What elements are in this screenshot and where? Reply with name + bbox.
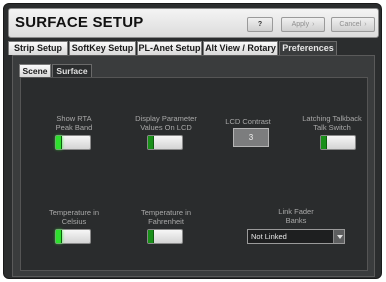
display-param-label-line2: Values On LCD (140, 123, 192, 132)
cancel-button[interactable]: Cancel › (331, 17, 375, 32)
display-param-led-icon (148, 136, 154, 149)
latching-talkback-led-icon (321, 136, 327, 149)
window-title: SURFACE SETUP (15, 14, 144, 31)
link-fader-banks-label-line2: Banks (285, 216, 307, 225)
temp-celsius-label-line2: Celsius (61, 217, 87, 226)
temp-celsius-label-line1: Temperature in (48, 208, 100, 217)
link-fader-banks-label: Link Fader Banks (261, 207, 331, 225)
lcd-contrast-value[interactable]: 3 (233, 128, 269, 147)
preferences-panel: Scene Surface Show RTA Peak Band Display… (12, 55, 375, 277)
temp-fahrenheit-label: Temperature in Fahrenheit (129, 208, 203, 226)
temp-celsius-led-icon (56, 230, 62, 243)
surface-setup-window: SURFACE SETUP ? Apply › Cancel › Strip Set… (3, 3, 382, 279)
link-fader-banks-value: Not Linked (251, 232, 287, 241)
show-rta-led-icon (56, 136, 62, 149)
temp-fahrenheit-label-line1: Temperature in (140, 208, 192, 217)
latching-talkback-label-line1: Latching Talkback (302, 114, 362, 123)
tab-preferences[interactable]: Preferences (279, 41, 337, 55)
show-rta-peak-band-toggle[interactable] (55, 135, 91, 150)
temp-celsius-label: Temperature in Celsius (39, 208, 109, 226)
tab-alt-view-rotary[interactable]: Alt View / Rotary (203, 41, 278, 55)
subtab-surface[interactable]: Surface (52, 64, 92, 77)
temp-fahrenheit-label-line2: Fahrenheit (148, 217, 184, 226)
temp-celsius-toggle[interactable] (55, 229, 91, 244)
chevron-down-icon[interactable] (333, 230, 344, 243)
display-param-label-line1: Display Parameter (135, 114, 197, 123)
title-bar: SURFACE SETUP ? Apply › Cancel › (8, 8, 379, 38)
latching-talkback-label-line2: Talk Switch (313, 123, 351, 132)
show-rta-label-line2: Peak Band (55, 123, 93, 132)
surface-settings-content: Show RTA Peak Band Display Parameter Val… (20, 77, 368, 271)
apply-arrow-icon: › (312, 21, 315, 28)
cancel-arrow-icon: › (364, 21, 367, 28)
temp-fahrenheit-toggle[interactable] (147, 229, 183, 244)
tab-strip-setup[interactable]: Strip Setup (8, 41, 68, 55)
show-rta-label: Show RTA Peak Band (39, 114, 109, 132)
tab-pl-anet-setup[interactable]: PL-Anet Setup (137, 41, 202, 55)
temp-fahrenheit-led-icon (148, 230, 154, 243)
help-button[interactable]: ? (247, 17, 273, 32)
latching-talkback-label: Latching Talkback Talk Switch (297, 114, 367, 132)
lcd-contrast-label: LCD Contrast (225, 117, 271, 126)
tab-softkey-setup[interactable]: SoftKey Setup (69, 41, 136, 55)
apply-label: Apply (291, 21, 310, 28)
display-param-label: Display Parameter Values On LCD (124, 114, 208, 132)
link-fader-banks-dropdown[interactable]: Not Linked (247, 229, 345, 244)
cancel-label: Cancel (339, 21, 362, 28)
show-rta-label-line1: Show RTA (56, 114, 92, 123)
display-param-values-toggle[interactable] (147, 135, 183, 150)
subtab-scene[interactable]: Scene (19, 64, 51, 77)
apply-button[interactable]: Apply › (281, 17, 325, 32)
link-fader-banks-label-line1: Link Fader (278, 207, 314, 216)
latching-talkback-toggle[interactable] (320, 135, 356, 150)
